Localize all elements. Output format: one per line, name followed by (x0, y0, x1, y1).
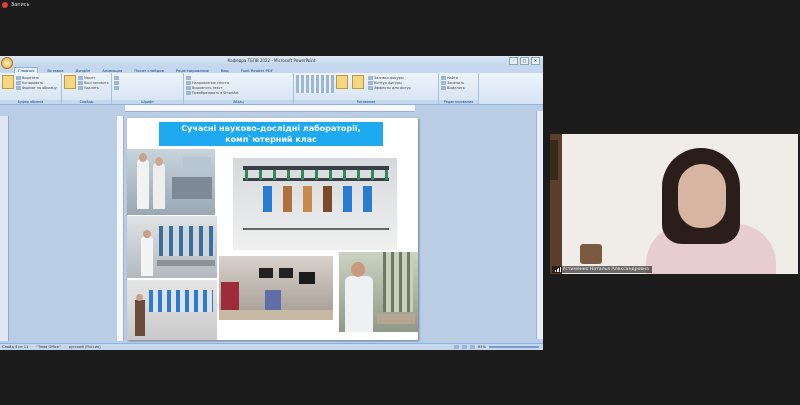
horizontal-ruler (125, 105, 415, 112)
find-button[interactable]: Найти (441, 76, 476, 80)
shape-fill-button[interactable]: Заливка фигуры (368, 76, 428, 80)
align-text-button[interactable]: Выровнять текст (186, 86, 291, 90)
font-color-buttons[interactable] (114, 86, 181, 90)
replace-button[interactable]: Заменить (441, 81, 476, 85)
participant-name: Устименко Наталья Александровна (562, 267, 649, 272)
group-editing: Найти Заменить Выделить Редактирование (439, 73, 479, 104)
shape-effects-button[interactable]: Эффекты для фигур (368, 86, 428, 90)
group-drawing: Заливка фигуры Контур фигуры Эффекты для… (294, 73, 439, 104)
group-font: Шрифт (112, 73, 184, 104)
title-bar: Кафедра ТБПВ 2022 - Microsoft PowerPoint… (0, 56, 543, 65)
shapes-gallery[interactable] (296, 75, 334, 93)
text-direction-button[interactable]: Направление текста (186, 81, 291, 85)
recording-label: Запись (11, 2, 30, 8)
slide-title-line1: Сучасні науково-дослідні лабораторії, (181, 124, 361, 133)
language-indicator[interactable]: русский (Россия) (69, 345, 101, 349)
office-button-icon[interactable] (1, 57, 13, 69)
status-bar: Слайд 4 из 11 "Тема Office" русский (Рос… (0, 343, 543, 350)
group-label: Редактирование (439, 100, 478, 104)
powerpoint-window: Кафедра ТБПВ 2022 - Microsoft PowerPoint… (0, 56, 543, 350)
slide-counter: Слайд 4 из 11 (2, 345, 29, 349)
ribbon-tabs: Главная Вставка Дизайн Анимация Показ сл… (0, 65, 543, 73)
lab-photo-6 (339, 252, 418, 332)
group-label: Буфер обмена (0, 100, 61, 104)
shape-outline-button[interactable]: Контур фигуры (368, 81, 428, 85)
participant-video[interactable]: Устименко Наталья Александровна (550, 134, 798, 274)
recording-indicator: Запись (2, 0, 29, 10)
group-slides: Макет Восстановить Удалить Слайды (62, 73, 112, 104)
slide-title[interactable]: Сучасні науково-дослідні лабораторії, ко… (159, 122, 383, 146)
close-button[interactable]: × (531, 57, 540, 65)
list-buttons[interactable] (186, 76, 291, 80)
select-button[interactable]: Выделить (441, 86, 476, 90)
font-style-buttons[interactable] (114, 81, 181, 85)
sorter-view-icon[interactable] (462, 345, 467, 349)
group-clipboard: Вырезать Копировать Формат по образцу Бу… (0, 73, 62, 104)
slide-canvas[interactable]: Сучасні науково-дослідні лабораторії, ко… (127, 118, 418, 340)
signal-icon (555, 267, 561, 272)
group-label: Шрифт (112, 100, 183, 104)
lab-photo-5 (219, 256, 333, 320)
font-name-box[interactable] (114, 76, 181, 80)
ribbon: Вырезать Копировать Формат по образцу Бу… (0, 73, 543, 105)
zoom-level[interactable]: 65% (478, 345, 486, 349)
person-face (678, 164, 726, 228)
group-label: Рисование (294, 100, 438, 104)
participant-nametag: Устименко Наталья Александровна (552, 266, 652, 273)
normal-view-icon[interactable] (454, 345, 459, 349)
slide-title-line2: комп`ютерний клас (225, 135, 317, 144)
lab-photo-4 (127, 280, 217, 340)
picture-frame (550, 140, 558, 180)
arrange-icon[interactable] (336, 75, 348, 89)
group-label: Слайды (62, 100, 111, 104)
zoom-slider[interactable] (489, 346, 539, 348)
layout-button[interactable]: Макет (78, 76, 110, 80)
delete-button[interactable]: Удалить (78, 86, 110, 90)
group-label: Абзац (184, 100, 293, 104)
lab-photo-2 (127, 216, 217, 278)
paste-icon[interactable] (2, 75, 14, 89)
lab-photo-3 (233, 158, 397, 250)
chair-back (580, 244, 602, 264)
maximize-button[interactable]: □ (520, 57, 529, 65)
vertical-ruler (117, 116, 124, 341)
record-dot-icon (2, 2, 8, 8)
window-title: Кафедра ТБПВ 2022 - Microsoft PowerPoint (227, 58, 316, 63)
minimize-button[interactable]: – (509, 57, 518, 65)
vertical-scrollbar[interactable] (536, 111, 543, 339)
quick-styles-icon[interactable] (352, 75, 364, 89)
lab-photo-1 (127, 149, 215, 215)
reset-button[interactable]: Восстановить (78, 81, 110, 85)
copy-button[interactable]: Копировать (16, 81, 60, 85)
slideshow-view-icon[interactable] (470, 345, 475, 349)
cut-button[interactable]: Вырезать (16, 76, 60, 80)
slides-pane-collapsed[interactable] (0, 116, 9, 341)
theme-name: "Тема Office" (36, 345, 61, 349)
group-paragraph: Направление текста Выровнять текст Преоб… (184, 73, 294, 104)
smartart-button[interactable]: Преобразовать в SmartArt (186, 91, 291, 95)
format-painter-button[interactable]: Формат по образцу (16, 86, 60, 90)
new-slide-icon[interactable] (64, 75, 76, 89)
